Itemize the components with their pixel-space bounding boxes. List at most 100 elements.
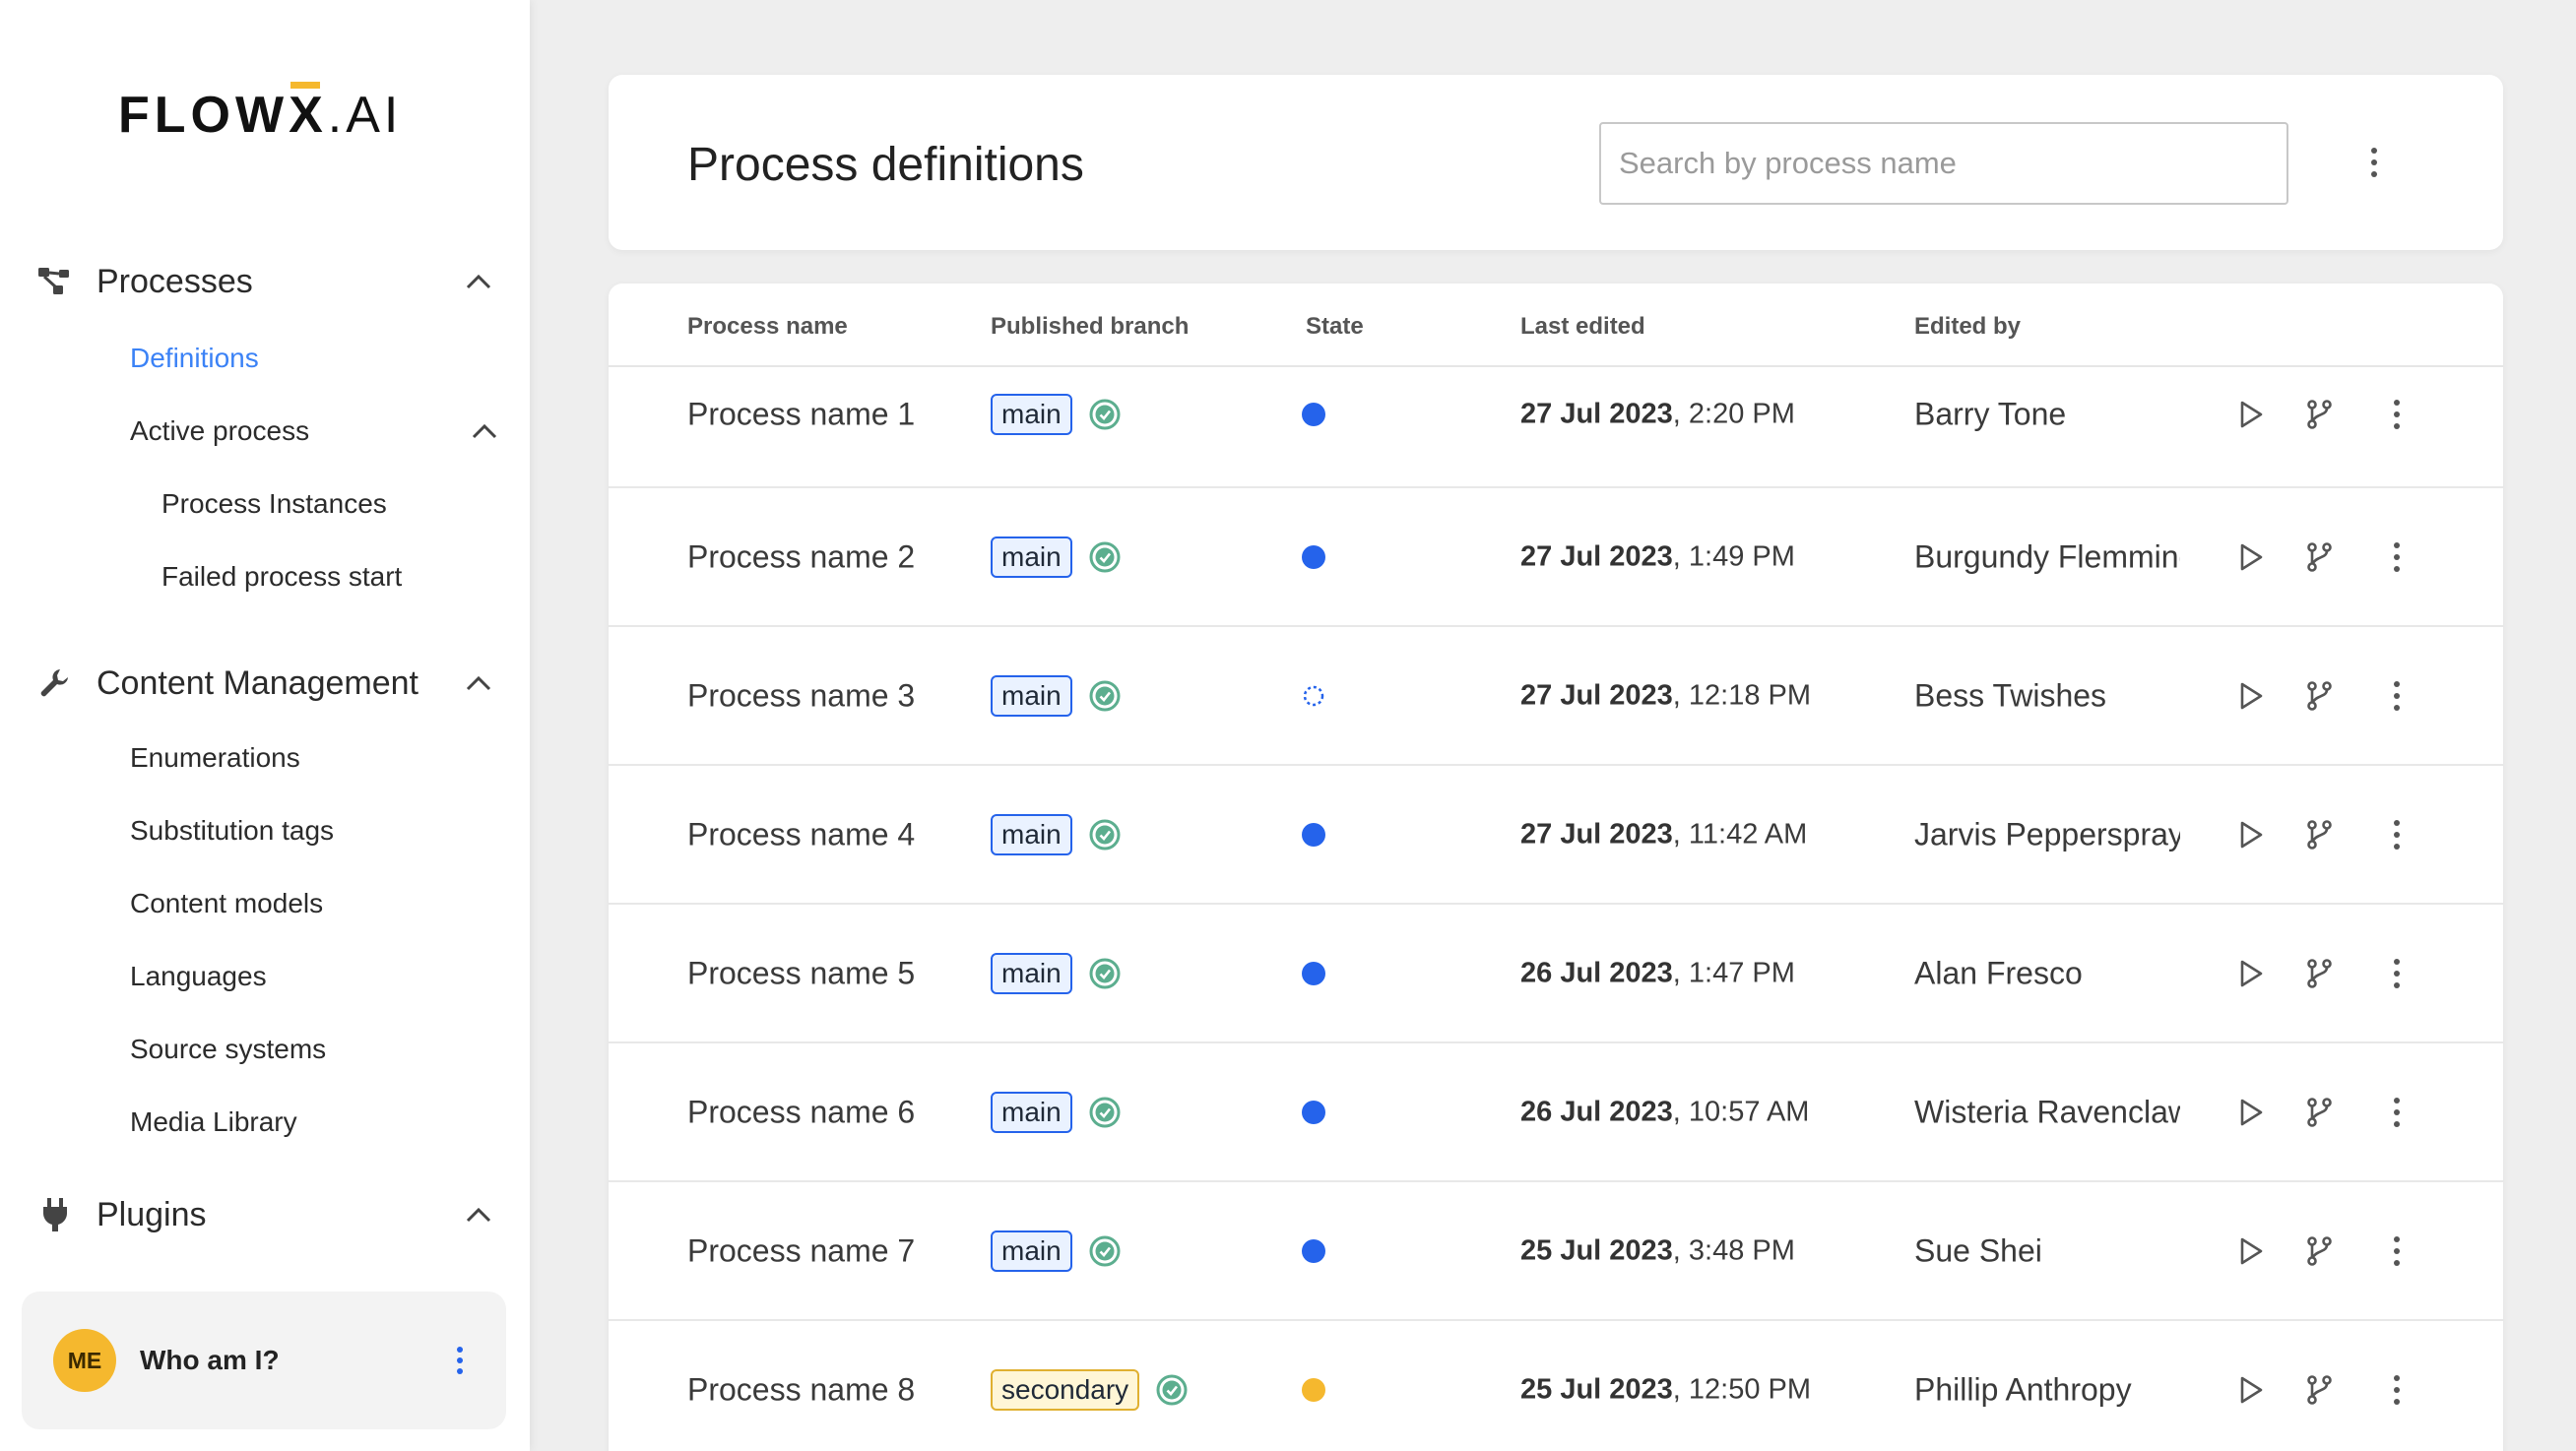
sidebar-item-definitions[interactable]: Definitions <box>130 343 259 374</box>
user-card[interactable]: ME Who am I? <box>22 1292 506 1429</box>
branch-tag[interactable]: main <box>991 536 1072 578</box>
column-header-published-branch[interactable]: Published branch <box>991 313 1189 341</box>
last-edited: 26 Jul 2023, 10:57 AM <box>1520 1096 1809 1128</box>
column-header-last-edited[interactable]: Last edited <box>1520 313 1645 341</box>
process-name[interactable]: Process name 6 <box>687 1094 915 1130</box>
git-branch-icon[interactable] <box>2300 676 2340 716</box>
row-more-kebab-icon[interactable] <box>2377 815 2416 854</box>
state-indicator-icon <box>1302 961 1325 985</box>
sidebar-item-failed-process-start[interactable]: Failed process start <box>161 561 402 593</box>
nav-group-plugins[interactable]: Plugins <box>35 1185 498 1244</box>
branch-tag[interactable]: main <box>991 674 1072 717</box>
edited-by: Sue Shei <box>1914 1232 2042 1268</box>
play-icon[interactable] <box>2231 1093 2271 1132</box>
row-more-kebab-icon[interactable] <box>2377 954 2416 993</box>
branch-tag[interactable]: main <box>991 1091 1072 1133</box>
chevron-up-icon[interactable] <box>459 262 498 301</box>
published-branch: main <box>991 813 1122 855</box>
sidebar-item-substitution-tags[interactable]: Substitution tags <box>130 815 334 847</box>
column-header-edited-by[interactable]: Edited by <box>1914 313 2021 341</box>
logo-text-suffix: .AI <box>327 87 403 144</box>
sidebar-item-media-library[interactable]: Media Library <box>130 1106 297 1138</box>
column-header-state[interactable]: State <box>1306 313 1364 341</box>
git-branch-icon[interactable] <box>2300 1231 2340 1271</box>
process-name[interactable]: Process name 4 <box>687 816 915 852</box>
sidebar-item-enumerations[interactable]: Enumerations <box>130 742 300 774</box>
logo-x-mark: X <box>289 82 328 145</box>
flowx-logo[interactable]: FLOW X .AI <box>118 82 402 144</box>
chevron-up-icon[interactable] <box>459 1195 498 1234</box>
sidebar-item-active-process[interactable]: Active process <box>130 415 309 447</box>
published-branch: main <box>991 1091 1122 1133</box>
play-icon[interactable] <box>2231 395 2271 434</box>
page-title: Process definitions <box>687 139 1084 191</box>
column-header-process-name[interactable]: Process name <box>687 313 848 341</box>
nav-group-processes[interactable]: Processes <box>35 252 498 311</box>
play-icon[interactable] <box>2231 1370 2271 1410</box>
nav-group-label: Plugins <box>97 1195 207 1233</box>
process-name[interactable]: Process name 8 <box>687 1371 915 1408</box>
header-more-kebab-icon[interactable] <box>2359 141 2389 184</box>
branch-tag[interactable]: main <box>991 1230 1072 1272</box>
state-indicator-icon <box>1302 822 1325 847</box>
published-branch: main <box>991 536 1122 578</box>
published-branch: secondary <box>991 1368 1189 1411</box>
logo-text-x: X <box>289 87 328 144</box>
process-name[interactable]: Process name 2 <box>687 538 915 575</box>
table-header: Process name Published branch State Last… <box>609 284 2503 367</box>
published-branch: main <box>991 394 1122 436</box>
branch-tag[interactable]: main <box>991 394 1072 436</box>
sidebar-item-content-models[interactable]: Content models <box>130 888 323 919</box>
branch-tag[interactable]: main <box>991 813 1072 855</box>
table-row[interactable]: Process name 2 main 27 Jul 2023, 1:49 PM… <box>609 488 2503 627</box>
git-branch-icon[interactable] <box>2300 537 2340 577</box>
play-icon[interactable] <box>2231 954 2271 993</box>
row-more-kebab-icon[interactable] <box>2377 1370 2416 1410</box>
search-input[interactable] <box>1599 122 2288 205</box>
table-row[interactable]: Process name 6 main 26 Jul 2023, 10:57 A… <box>609 1043 2503 1182</box>
process-name[interactable]: Process name 1 <box>687 397 915 433</box>
git-branch-icon[interactable] <box>2300 395 2340 434</box>
branch-tag[interactable]: main <box>991 952 1072 994</box>
process-tree-icon <box>35 262 75 301</box>
sidebar-item-source-systems[interactable]: Source systems <box>130 1034 326 1065</box>
edited-by: Barry Tone <box>1914 396 2067 432</box>
table-row[interactable]: Process name 4 main 27 Jul 2023, 11:42 A… <box>609 766 2503 905</box>
chevron-up-icon[interactable] <box>459 663 498 703</box>
row-more-kebab-icon[interactable] <box>2377 1093 2416 1132</box>
git-branch-icon[interactable] <box>2300 1370 2340 1410</box>
user-menu-kebab-icon[interactable] <box>445 1341 475 1380</box>
git-branch-icon[interactable] <box>2300 1093 2340 1132</box>
table-row[interactable]: Process name 5 main 26 Jul 2023, 1:47 PM… <box>609 905 2503 1043</box>
git-branch-icon[interactable] <box>2300 954 2340 993</box>
table-row[interactable]: Process name 1 main 27 Jul 2023, 2:20 PM… <box>609 367 2503 488</box>
play-icon[interactable] <box>2231 1231 2271 1271</box>
last-edited-time: , 3:48 PM <box>1672 1234 1795 1266</box>
play-icon[interactable] <box>2231 815 2271 854</box>
table-row[interactable]: Process name 7 main 25 Jul 2023, 3:48 PM… <box>609 1182 2503 1321</box>
published-branch: main <box>991 952 1122 994</box>
check-circle-icon <box>1089 399 1121 430</box>
published-branch: main <box>991 674 1122 717</box>
sidebar-item-process-instances[interactable]: Process Instances <box>161 488 387 520</box>
play-icon[interactable] <box>2231 537 2271 577</box>
process-name[interactable]: Process name 5 <box>687 955 915 991</box>
last-edited-time: , 10:57 AM <box>1672 1096 1810 1127</box>
play-icon[interactable] <box>2231 676 2271 716</box>
nav-group-content-management[interactable]: Content Management <box>35 654 498 713</box>
row-more-kebab-icon[interactable] <box>2377 1231 2416 1271</box>
table-row[interactable]: Process name 8 secondary 25 Jul 2023, 12… <box>609 1321 2503 1451</box>
process-table: Process name Published branch State Last… <box>609 284 2503 1451</box>
last-edited-time: , 2:20 PM <box>1672 398 1795 430</box>
row-more-kebab-icon[interactable] <box>2377 537 2416 577</box>
sidebar-item-languages[interactable]: Languages <box>130 961 267 992</box>
git-branch-icon[interactable] <box>2300 815 2340 854</box>
row-more-kebab-icon[interactable] <box>2377 395 2416 434</box>
process-name[interactable]: Process name 7 <box>687 1232 915 1269</box>
branch-tag[interactable]: secondary <box>991 1368 1140 1411</box>
chevron-up-icon[interactable] <box>465 411 504 451</box>
row-more-kebab-icon[interactable] <box>2377 676 2416 716</box>
process-name[interactable]: Process name 3 <box>687 677 915 714</box>
table-row[interactable]: Process name 3 main 27 Jul 2023, 12:18 P… <box>609 627 2503 766</box>
last-edited-date: 27 Jul 2023 <box>1520 679 1673 711</box>
